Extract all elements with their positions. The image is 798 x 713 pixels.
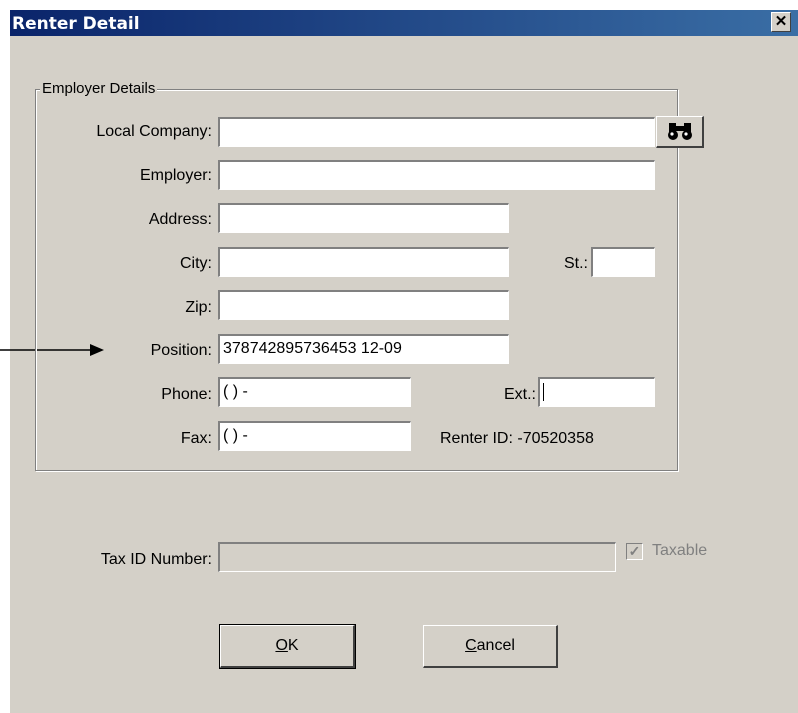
local-company-input[interactable] — [218, 117, 655, 147]
taxable-checkbox: ✓ — [626, 543, 643, 560]
employer-details-legend: Employer Details — [40, 80, 158, 97]
phone-input[interactable]: ( ) - — [218, 377, 411, 407]
tax-id-input — [218, 542, 616, 572]
city-label: City: — [180, 255, 212, 272]
lookup-company-button[interactable] — [656, 116, 704, 148]
close-button[interactable]: ✕ — [771, 12, 791, 32]
zip-input[interactable] — [218, 290, 509, 320]
employer-input[interactable] — [218, 160, 655, 190]
state-input[interactable] — [591, 247, 655, 277]
cancel-button[interactable]: Cancel — [423, 625, 558, 668]
address-label: Address: — [148, 211, 212, 228]
position-input[interactable]: 378742895736453 12-09 — [218, 334, 509, 364]
employer-label: Employer: — [139, 167, 212, 184]
taxable-label: Taxable — [652, 542, 708, 559]
ok-button[interactable]: OK — [219, 624, 356, 669]
position-label: Position: — [150, 342, 212, 359]
state-label: St.: — [563, 255, 588, 272]
fax-label: Fax: — [180, 430, 212, 447]
address-input[interactable] — [218, 203, 509, 233]
title-bar: Renter Detail — [10, 10, 798, 36]
ok-label-rest: K — [287, 637, 299, 654]
text-cursor — [543, 382, 544, 401]
cancel-mnemonic: C — [465, 637, 477, 654]
window-title: Renter Detail — [12, 14, 140, 34]
city-input[interactable] — [218, 247, 509, 277]
cancel-label-rest: ancel — [476, 637, 515, 654]
binoculars-icon — [667, 123, 692, 140]
local-company-label: Local Company: — [96, 123, 212, 140]
phone-label: Phone: — [161, 386, 212, 403]
checkmark-icon: ✓ — [628, 543, 641, 559]
zip-label: Zip: — [185, 299, 212, 316]
ext-input[interactable] — [538, 377, 655, 407]
fax-input[interactable]: ( ) - — [218, 421, 411, 451]
tax-id-label: Tax ID Number: — [100, 551, 212, 568]
ok-mnemonic: O — [275, 637, 288, 654]
renter-id-text: Renter ID: -70520358 — [440, 430, 594, 447]
ext-label: Ext.: — [503, 386, 536, 403]
close-icon: ✕ — [774, 13, 788, 30]
